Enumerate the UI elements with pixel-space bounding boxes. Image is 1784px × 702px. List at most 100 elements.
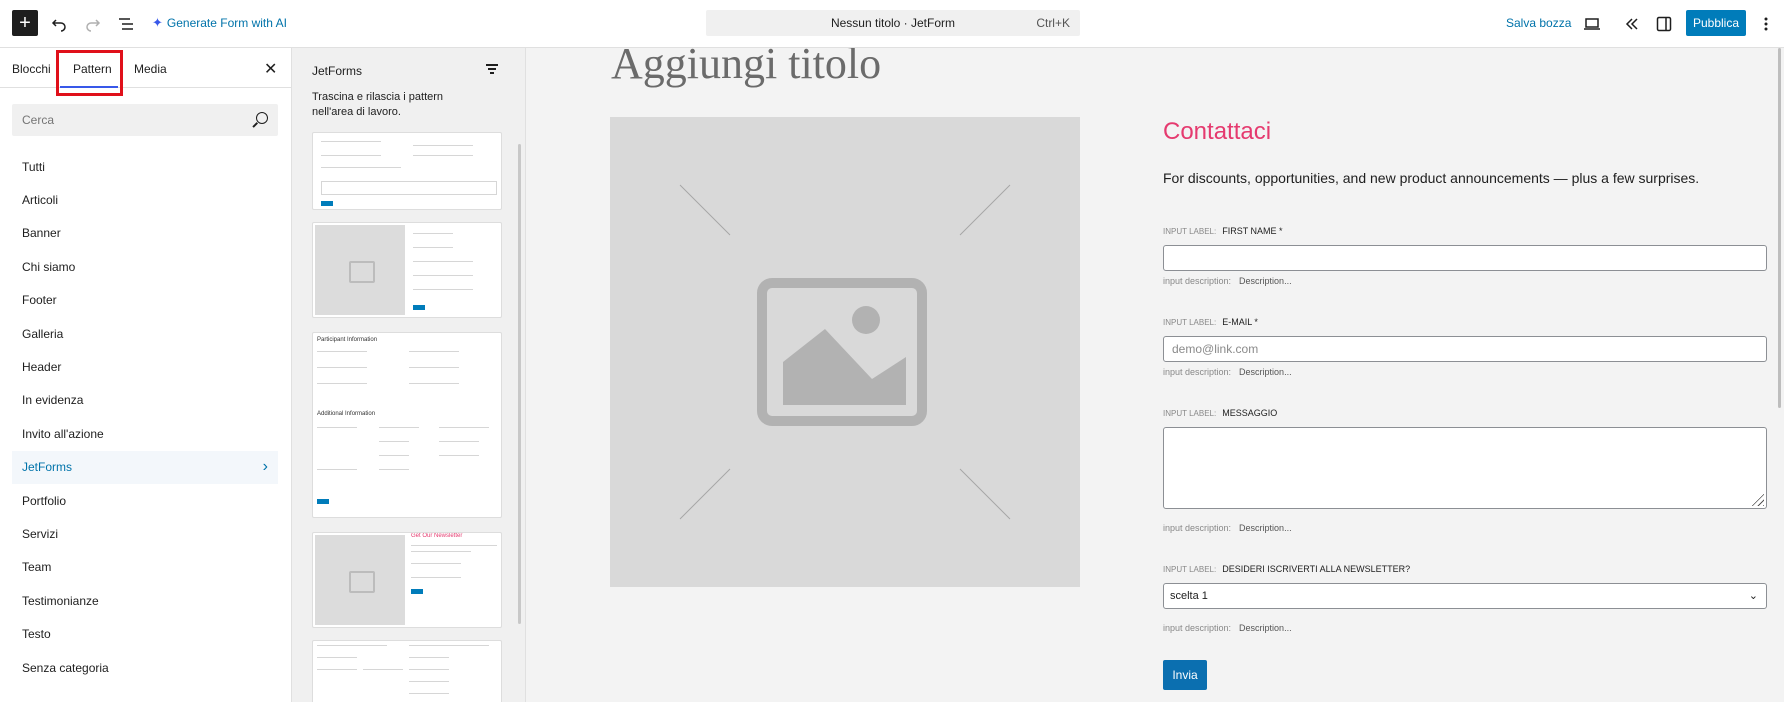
redo-button[interactable]: [79, 10, 107, 38]
category-in-evidenza[interactable]: In evidenza: [12, 384, 278, 417]
chevron-down-icon: ⌄: [1748, 590, 1758, 602]
editor-toolbar: + ✦ Generate Form with AI Nessun titolo …: [0, 0, 1784, 48]
desc-value: Description...: [1239, 523, 1292, 533]
category-banner[interactable]: Banner: [12, 217, 278, 250]
form-subtitle[interactable]: For discounts, opportunities, and new pr…: [1163, 170, 1699, 186]
desc-value: Description...: [1239, 367, 1292, 377]
desc-value: Description...: [1239, 276, 1292, 286]
image-placeholder-icon: [315, 535, 405, 625]
category-testo[interactable]: Testo: [12, 617, 278, 650]
category-articoli[interactable]: Articoli: [12, 183, 278, 216]
category-testimonianze[interactable]: Testimonianze: [12, 584, 278, 617]
undo-icon: [51, 19, 66, 32]
desktop-preview-icon: [1584, 18, 1600, 30]
tab-pattern-highlight: [56, 50, 123, 96]
collapse-button[interactable]: [1618, 10, 1646, 38]
newsletter-label[interactable]: INPUT LABEL: DESIDERI ISCRIVERTI ALLA NEW…: [1163, 564, 1410, 574]
category-servizi[interactable]: Servizi: [12, 517, 278, 550]
pattern-panel-hint: Trascina e rilascia i pattern nell'area …: [312, 91, 444, 118]
category-chi-siamo[interactable]: Chi siamo: [12, 250, 278, 283]
image-placeholder[interactable]: [610, 117, 1080, 587]
search-icon: [256, 112, 268, 124]
submit-button[interactable]: Invia: [1163, 660, 1207, 690]
generate-form-ai-button[interactable]: ✦ Generate Form with AI: [152, 15, 287, 31]
tab-media[interactable]: Media: [134, 62, 167, 76]
category-invito-azione[interactable]: Invito all'azione: [12, 417, 278, 450]
pattern-card-3[interactable]: Participant Information Additional Infor…: [312, 332, 502, 518]
category-footer[interactable]: Footer: [12, 284, 278, 317]
pattern-card-5[interactable]: [312, 640, 502, 702]
desc-meta: input description:: [1163, 276, 1232, 286]
category-header[interactable]: Header: [12, 350, 278, 383]
filter-icon[interactable]: [486, 64, 498, 74]
message-label-text: MESSAGGIO: [1222, 408, 1278, 418]
resize-handle-icon[interactable]: [1750, 492, 1764, 506]
pattern-card-3-header: Participant Information: [317, 337, 378, 343]
command-palette-button[interactable]: Nessun titolo · JetForm Ctrl+K: [706, 10, 1080, 36]
double-chevron-left-icon: [1625, 18, 1638, 30]
inserter-tabs: Blocchi Pattern Media ✕: [0, 48, 292, 96]
first-name-label[interactable]: INPUT LABEL: FIRST NAME *: [1163, 226, 1283, 236]
pattern-panel-scrollbar[interactable]: [518, 144, 521, 624]
image-placeholder-icon: [315, 225, 405, 315]
newsletter-select[interactable]: scelta 1 ⌄: [1163, 583, 1767, 609]
close-inserter-icon[interactable]: ✕: [264, 59, 277, 79]
email-input[interactable]: [1164, 337, 1766, 361]
message-textarea[interactable]: [1163, 427, 1767, 509]
first-name-description[interactable]: input description: Description...: [1163, 276, 1292, 286]
category-tutti[interactable]: Tutti: [12, 150, 278, 183]
list-view-icon: [119, 18, 133, 30]
magic-wand-icon: ✦: [152, 15, 163, 30]
list-view-button[interactable]: [112, 10, 140, 38]
pattern-card-4-header: Get Our Newsletter: [411, 533, 463, 539]
sidebar-toggle-icon: [1656, 16, 1672, 32]
options-button[interactable]: [1752, 10, 1780, 38]
first-name-field[interactable]: [1163, 245, 1767, 271]
pattern-search-input[interactable]: [12, 104, 232, 136]
category-galleria[interactable]: Galleria: [12, 317, 278, 350]
pattern-preview-panel: JetForms Trascina e rilascia i pattern n…: [292, 48, 526, 702]
generate-form-ai-label: Generate Form with AI: [166, 16, 287, 30]
settings-sidebar-button[interactable]: [1650, 10, 1678, 38]
pattern-card-2[interactable]: [312, 222, 502, 318]
pattern-card-1[interactable]: [312, 132, 502, 210]
chevron-right-icon: ›: [262, 458, 268, 476]
vertical-dots-icon: [1764, 17, 1768, 31]
category-portfolio[interactable]: Portfolio: [12, 484, 278, 517]
label-meta: INPUT LABEL:: [1163, 409, 1217, 418]
page-title[interactable]: Aggiungi titolo: [611, 48, 881, 89]
category-senza-categoria[interactable]: Senza categoria: [12, 651, 278, 684]
desc-meta: input description:: [1163, 523, 1232, 533]
email-label[interactable]: INPUT LABEL: E-MAIL *: [1163, 317, 1258, 327]
email-description[interactable]: input description: Description...: [1163, 367, 1292, 377]
label-meta: INPUT LABEL:: [1163, 318, 1217, 327]
pattern-category-list: Tutti Articoli Banner Chi siamo Footer G…: [12, 150, 278, 684]
image-placeholder-icon: [679, 184, 1011, 520]
editor-canvas: Aggiungi titolo Contattaci For discounts…: [526, 48, 1784, 702]
newsletter-selected-value: scelta 1: [1170, 590, 1208, 602]
label-meta: INPUT LABEL:: [1163, 227, 1217, 236]
email-label-text: E-MAIL *: [1222, 317, 1258, 327]
newsletter-description[interactable]: input description: Description...: [1163, 623, 1292, 633]
command-shortcut: Ctrl+K: [1036, 16, 1070, 30]
message-label[interactable]: INPUT LABEL: MESSAGGIO: [1163, 408, 1277, 418]
category-team[interactable]: Team: [12, 551, 278, 584]
desc-value: Description...: [1239, 623, 1292, 633]
category-jetforms[interactable]: JetForms ›: [12, 450, 278, 484]
preview-button[interactable]: [1578, 10, 1606, 38]
message-description[interactable]: input description: Description...: [1163, 523, 1292, 533]
pattern-panel-title: JetForms: [312, 64, 363, 78]
pattern-card-3-subheader: Additional Information: [317, 411, 376, 417]
form-title[interactable]: Contattaci: [1163, 118, 1271, 146]
undo-button[interactable]: [45, 10, 73, 38]
canvas-scrollbar[interactable]: [1778, 48, 1781, 408]
tab-blocks[interactable]: Blocchi: [12, 62, 51, 76]
save-draft-button[interactable]: Salva bozza: [1506, 16, 1571, 30]
publish-button[interactable]: Pubblica: [1686, 10, 1746, 36]
desc-meta: input description:: [1163, 367, 1232, 377]
pattern-card-4[interactable]: Get Our Newsletter: [312, 532, 502, 628]
first-name-input[interactable]: [1164, 246, 1766, 270]
email-field[interactable]: [1163, 336, 1767, 362]
add-block-button[interactable]: +: [12, 10, 38, 36]
first-name-label-text: FIRST NAME *: [1222, 226, 1283, 236]
